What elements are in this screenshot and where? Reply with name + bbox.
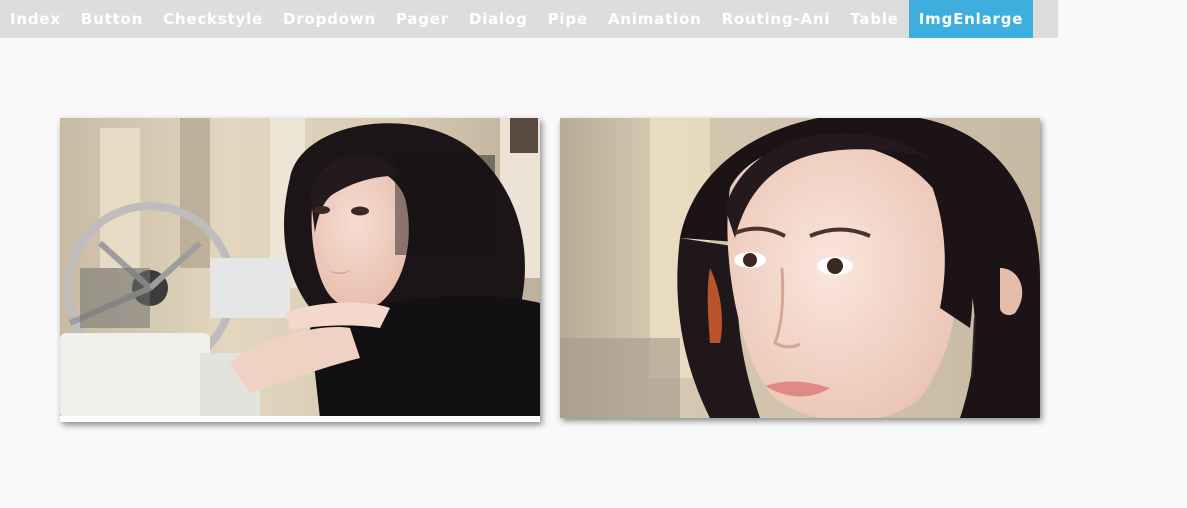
- nav-item-table[interactable]: Table: [840, 0, 908, 38]
- enlarged-photo: [560, 118, 1040, 418]
- magnifier-lens[interactable]: [395, 155, 495, 255]
- nav-item-checkstyle[interactable]: Checkstyle: [153, 0, 273, 38]
- nav-item-dialog[interactable]: Dialog: [459, 0, 538, 38]
- nav-item-animation[interactable]: Animation: [598, 0, 712, 38]
- nav-item-dropdown[interactable]: Dropdown: [273, 0, 386, 38]
- nav-item-index[interactable]: Index: [0, 0, 71, 38]
- enlarged-preview: [560, 118, 1040, 418]
- nav-item-routing-ani[interactable]: Routing-Ani: [712, 0, 841, 38]
- thumbnail-image[interactable]: [60, 118, 540, 422]
- nav-item-button[interactable]: Button: [71, 0, 153, 38]
- nav-item-pager[interactable]: Pager: [386, 0, 459, 38]
- nav-item-imgenlarge[interactable]: ImgEnlarge: [908, 0, 1034, 38]
- nav-item-pipe[interactable]: Pipe: [538, 0, 598, 38]
- top-nav: Index Button Checkstyle Dropdown Pager D…: [0, 0, 1058, 38]
